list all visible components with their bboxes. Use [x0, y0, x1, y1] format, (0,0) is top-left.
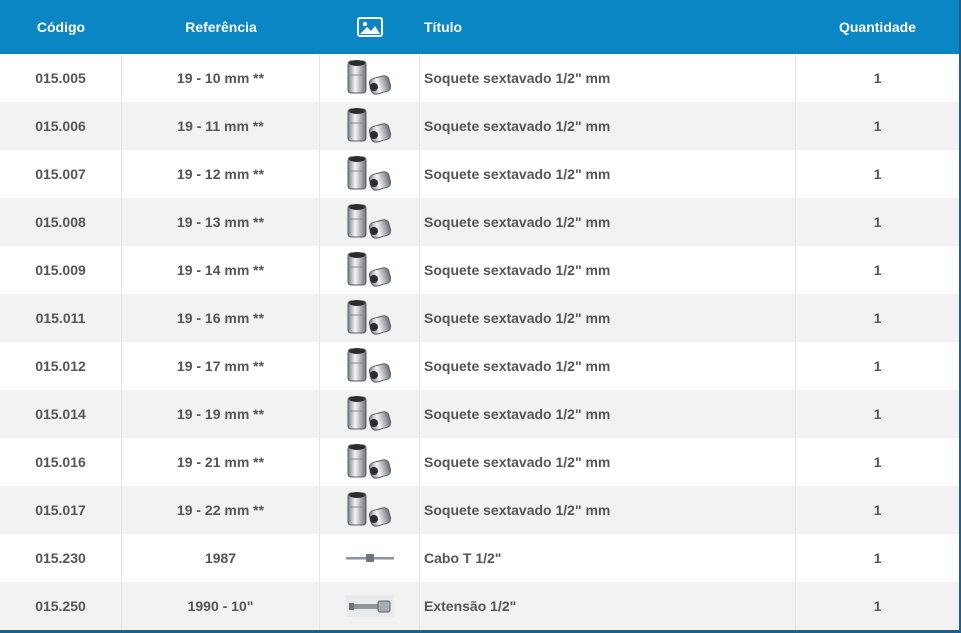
cell-referencia: 1987 [122, 534, 320, 582]
cell-quantidade: 1 [873, 502, 882, 518]
cell-codigo: 015.009 [0, 246, 122, 294]
cell-image[interactable] [320, 246, 420, 294]
t-handle-icon [345, 554, 394, 562]
header-image [320, 0, 420, 54]
table-row[interactable]: 015.250 1990 - 10" Extensão 1/2" 1 [0, 582, 959, 630]
cell-referencia: 19 - 22 mm ** [122, 486, 320, 534]
cell-codigo: 015.017 [0, 486, 122, 534]
cell-codigo: 015.008 [0, 198, 122, 246]
table-row[interactable]: 015.012 19 - 17 mm ** Soquete sextavado 1/… [0, 342, 959, 390]
cell-titulo: Soquete sextavado 1/2" mm [420, 294, 796, 342]
header-referencia[interactable]: Referência [122, 0, 320, 54]
cell-codigo: 015.014 [0, 390, 122, 438]
socket-icon [347, 348, 391, 383]
socket-icon [347, 444, 391, 479]
cell-titulo: Extensão 1/2" [420, 582, 796, 630]
cell-codigo: 015.016 [0, 438, 122, 486]
cell-quantidade: 1 [873, 598, 882, 614]
cell-referencia: 19 - 10 mm ** [122, 54, 320, 102]
parts-table: Código Referência Título Quantidade 015.… [0, 0, 961, 633]
socket-icon [347, 252, 391, 287]
cell-quantidade: 1 [873, 310, 882, 326]
cell-codigo: 015.012 [0, 342, 122, 390]
socket-icon [347, 60, 391, 95]
cell-quantidade: 1 [873, 358, 882, 374]
cell-codigo: 015.011 [0, 294, 122, 342]
socket-icon [347, 492, 391, 527]
socket-icon [347, 108, 391, 143]
cell-referencia: 19 - 21 mm ** [122, 438, 320, 486]
cell-quantidade: 1 [873, 166, 882, 182]
cell-quantidade: 1 [873, 214, 882, 230]
table-row[interactable]: 015.230 1987 Cabo T 1/2" 1 [0, 534, 959, 582]
socket-icon [347, 204, 391, 239]
cell-quantidade: 1 [873, 70, 882, 86]
extension-bar-icon [345, 595, 394, 617]
cell-image[interactable] [320, 342, 420, 390]
cell-referencia: 19 - 17 mm ** [122, 342, 320, 390]
cell-referencia: 19 - 19 mm ** [122, 390, 320, 438]
cell-image[interactable] [320, 390, 420, 438]
cell-referencia: 19 - 13 mm ** [122, 198, 320, 246]
image-icon [357, 17, 383, 37]
cell-titulo: Soquete sextavado 1/2" mm [420, 486, 796, 534]
socket-icon [347, 300, 391, 335]
table-row[interactable]: 015.011 19 - 16 mm ** Soquete sextavado 1/… [0, 294, 959, 342]
cell-titulo: Soquete sextavado 1/2" mm [420, 342, 796, 390]
table-row[interactable]: 015.017 19 - 22 mm ** Soquete sextavado 1/… [0, 486, 959, 534]
cell-image[interactable] [320, 438, 420, 486]
cell-image[interactable] [320, 486, 420, 534]
cell-codigo: 015.230 [0, 534, 122, 582]
cell-quantidade: 1 [873, 262, 882, 278]
cell-titulo: Cabo T 1/2" [420, 534, 796, 582]
table-row[interactable]: 015.007 19 - 12 mm ** Soquete sextavado 1/… [0, 150, 959, 198]
cell-referencia: 19 - 12 mm ** [122, 150, 320, 198]
table-header: Código Referência Título Quantidade [0, 0, 959, 54]
table-row[interactable]: 015.009 19 - 14 mm ** Soquete sextavado 1/… [0, 246, 959, 294]
header-codigo[interactable]: Código [0, 0, 122, 54]
cell-image[interactable] [320, 294, 420, 342]
cell-titulo: Soquete sextavado 1/2" mm [420, 54, 796, 102]
table-row[interactable]: 015.008 19 - 13 mm ** Soquete sextavado 1/… [0, 198, 959, 246]
cell-titulo: Soquete sextavado 1/2" mm [420, 198, 796, 246]
table-row[interactable]: 015.014 19 - 19 mm ** Soquete sextavado 1/… [0, 390, 959, 438]
cell-image[interactable] [320, 150, 420, 198]
cell-image[interactable] [320, 582, 420, 630]
cell-referencia: 19 - 14 mm ** [122, 246, 320, 294]
header-titulo[interactable]: Título [420, 0, 796, 54]
cell-codigo: 015.005 [0, 54, 122, 102]
cell-quantidade: 1 [873, 550, 882, 566]
cell-image[interactable] [320, 102, 420, 150]
cell-referencia: 19 - 16 mm ** [122, 294, 320, 342]
cell-referencia: 19 - 11 mm ** [122, 102, 320, 150]
cell-titulo: Soquete sextavado 1/2" mm [420, 102, 796, 150]
cell-codigo: 015.007 [0, 150, 122, 198]
table-row[interactable]: 015.016 19 - 21 mm ** Soquete sextavado 1/… [0, 438, 959, 486]
table-row[interactable]: 015.006 19 - 11 mm ** Soquete sextavado 1/… [0, 102, 959, 150]
cell-image[interactable] [320, 54, 420, 102]
cell-titulo: Soquete sextavado 1/2" mm [420, 246, 796, 294]
cell-titulo: Soquete sextavado 1/2" mm [420, 150, 796, 198]
cell-quantidade: 1 [873, 118, 882, 134]
cell-image[interactable] [320, 198, 420, 246]
socket-icon [347, 396, 391, 431]
cell-codigo: 015.250 [0, 582, 122, 630]
cell-quantidade: 1 [873, 406, 882, 422]
socket-icon [347, 156, 391, 191]
cell-referencia: 1990 - 10" [122, 582, 320, 630]
table-body: 015.005 19 - 10 mm ** Soquete sextavado 1/… [0, 54, 959, 630]
cell-titulo: Soquete sextavado 1/2" mm [420, 438, 796, 486]
cell-quantidade: 1 [873, 454, 882, 470]
table-row[interactable]: 015.005 19 - 10 mm ** Soquete sextavado 1/… [0, 54, 959, 102]
header-quantidade[interactable]: Quantidade [796, 0, 959, 54]
cell-image[interactable] [320, 534, 420, 582]
cell-codigo: 015.006 [0, 102, 122, 150]
cell-titulo: Soquete sextavado 1/2" mm [420, 390, 796, 438]
